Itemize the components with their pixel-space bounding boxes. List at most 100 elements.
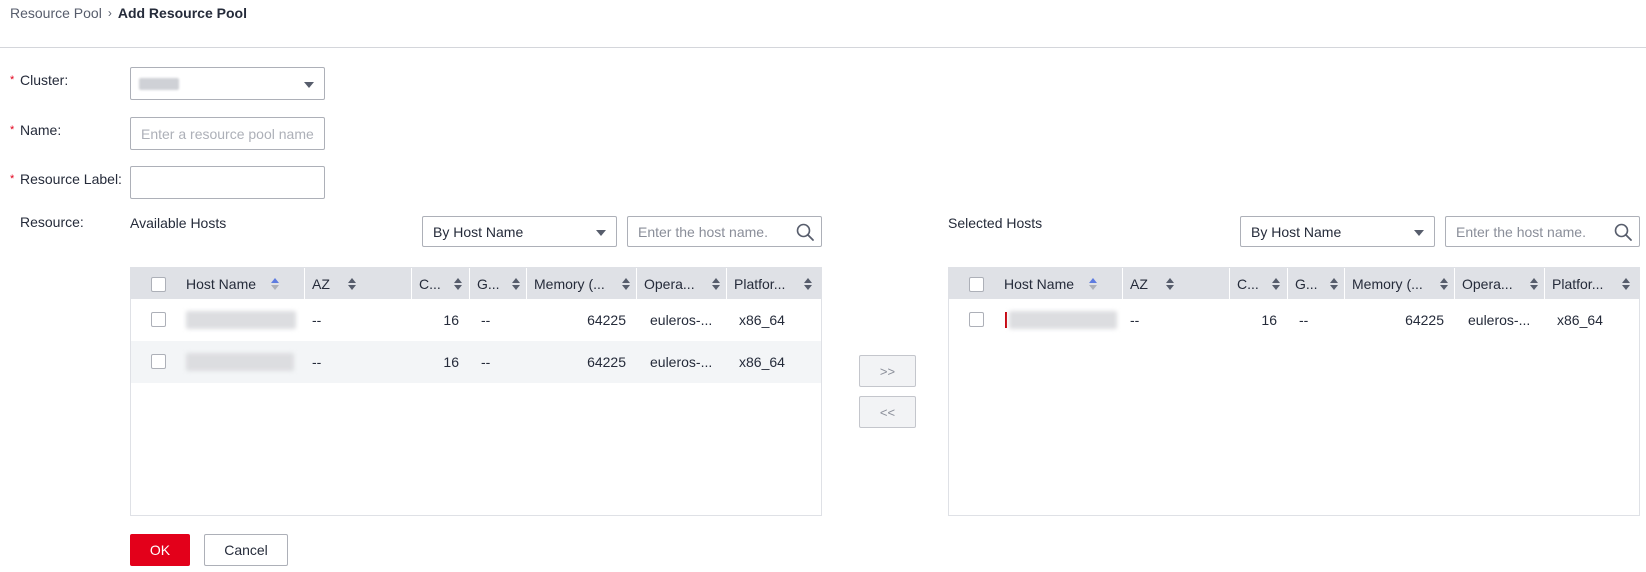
available-hosts-title: Available Hosts xyxy=(130,215,227,231)
platform-value: x86_64 xyxy=(1557,312,1603,328)
selected-filter-select[interactable]: By Host Name xyxy=(1240,216,1435,247)
table-row[interactable]: -- 16 -- 64225 euleros-... x86_64 xyxy=(949,299,1639,341)
resource-label-field[interactable] xyxy=(130,166,325,199)
host-name-value xyxy=(186,353,294,371)
os-value: euleros-... xyxy=(650,354,713,370)
gpu-value: -- xyxy=(481,354,491,370)
sort-icon[interactable] xyxy=(1529,277,1539,291)
gpu-value: -- xyxy=(1299,312,1309,328)
available-search-input[interactable] xyxy=(628,217,789,246)
sort-icon[interactable] xyxy=(511,277,521,291)
chevron-down-icon xyxy=(596,230,606,236)
column-label: AZ xyxy=(312,275,330,292)
selected-search-input[interactable] xyxy=(1446,217,1607,246)
gpu-value: -- xyxy=(481,312,491,328)
remove-from-selected-button[interactable]: << xyxy=(859,396,916,428)
host-name-marker xyxy=(1005,312,1007,328)
az-value: -- xyxy=(312,312,322,328)
sort-icon[interactable] xyxy=(347,277,357,291)
memory-value: 64225 xyxy=(1405,312,1444,328)
column-label: Host Name xyxy=(1004,275,1075,292)
column-label: AZ xyxy=(1130,275,1148,292)
cluster-label-text: Cluster: xyxy=(20,72,69,88)
resource-label-text: Resource Label: xyxy=(20,171,122,187)
breadcrumb-resource-pool-link[interactable]: Resource Pool xyxy=(10,5,102,21)
column-label: Opera... xyxy=(644,275,695,292)
breadcrumb-separator: › xyxy=(107,6,112,20)
resource-label-input[interactable] xyxy=(131,167,324,198)
sort-icon[interactable] xyxy=(711,277,721,291)
table-header: Host Name AZ C... G... Memory (... Opera… xyxy=(131,268,821,299)
os-value: euleros-... xyxy=(650,312,713,328)
os-value: euleros-... xyxy=(1468,312,1531,328)
available-hosts-table: Host Name AZ C... G... Memory (... Opera… xyxy=(130,267,822,516)
resource-label-text: Resource: xyxy=(20,214,84,230)
table-row[interactable]: -- 16 -- 64225 euleros-... x86_64 xyxy=(131,299,821,341)
column-label: Opera... xyxy=(1462,275,1513,292)
table-row[interactable]: -- 16 -- 64225 euleros-... x86_64 xyxy=(131,341,821,383)
required-mark: * xyxy=(10,173,15,185)
column-az[interactable]: AZ xyxy=(304,268,411,299)
sort-icon[interactable] xyxy=(1271,277,1281,291)
sort-icon[interactable] xyxy=(1165,277,1175,291)
required-mark: * xyxy=(10,74,15,86)
table-header: Host Name AZ C... G... Memory (... Opera… xyxy=(949,268,1639,299)
column-label: G... xyxy=(1295,275,1318,292)
cluster-select[interactable] xyxy=(130,67,325,100)
sort-icon[interactable] xyxy=(1439,277,1449,291)
sort-icon[interactable] xyxy=(803,277,813,291)
row-checkbox[interactable] xyxy=(151,354,166,369)
host-name-value xyxy=(1009,311,1117,329)
search-icon[interactable] xyxy=(1613,222,1633,242)
select-all-checkbox[interactable] xyxy=(969,277,984,292)
row-checkbox[interactable] xyxy=(151,312,166,327)
name-field[interactable] xyxy=(130,117,325,150)
search-icon[interactable] xyxy=(795,222,815,242)
cluster-selected-value xyxy=(139,78,179,90)
selected-filter-value: By Host Name xyxy=(1251,223,1342,240)
sort-icon[interactable] xyxy=(621,277,631,291)
sort-icon[interactable] xyxy=(1621,277,1631,291)
cancel-button[interactable]: Cancel xyxy=(204,534,288,566)
column-label: Platfor... xyxy=(1552,275,1604,292)
column-label: C... xyxy=(1237,275,1259,292)
column-memory[interactable]: Memory (... xyxy=(1344,268,1454,299)
add-to-selected-button[interactable]: >> xyxy=(859,355,916,387)
available-filter-value: By Host Name xyxy=(433,223,524,240)
resource-label: Resource: xyxy=(20,212,84,232)
az-value: -- xyxy=(312,354,322,370)
row-checkbox[interactable] xyxy=(969,312,984,327)
available-filter-select[interactable]: By Host Name xyxy=(422,216,617,247)
az-value: -- xyxy=(1130,312,1140,328)
select-all-checkbox[interactable] xyxy=(151,277,166,292)
platform-value: x86_64 xyxy=(739,354,785,370)
platform-value: x86_64 xyxy=(739,312,785,328)
header-divider xyxy=(0,47,1646,48)
memory-value: 64225 xyxy=(587,312,626,328)
breadcrumb: Resource Pool › Add Resource Pool xyxy=(10,4,247,22)
column-label: Platfor... xyxy=(734,275,786,292)
selected-hosts-title: Selected Hosts xyxy=(948,215,1043,231)
selected-search-field[interactable] xyxy=(1445,216,1640,247)
cpu-value: 16 xyxy=(443,354,459,370)
column-host-name[interactable]: Host Name xyxy=(996,268,1122,299)
required-mark: * xyxy=(10,124,15,136)
selected-hosts-table: Host Name AZ C... G... Memory (... Opera… xyxy=(948,267,1640,516)
sort-icon[interactable] xyxy=(1329,277,1339,291)
column-az[interactable]: AZ xyxy=(1122,268,1229,299)
chevron-down-icon xyxy=(304,82,314,88)
column-label: Host Name xyxy=(186,275,257,292)
column-label: Memory (... xyxy=(1352,275,1423,292)
column-memory[interactable]: Memory (... xyxy=(526,268,636,299)
cpu-value: 16 xyxy=(1261,312,1277,328)
ok-button[interactable]: OK xyxy=(130,534,190,566)
sort-icon[interactable] xyxy=(270,277,280,291)
host-name-value xyxy=(186,311,296,329)
column-host-name[interactable]: Host Name xyxy=(178,268,304,299)
available-search-field[interactable] xyxy=(627,216,822,247)
column-label: G... xyxy=(477,275,500,292)
sort-icon[interactable] xyxy=(1088,277,1098,291)
sort-icon[interactable] xyxy=(453,277,463,291)
chevron-down-icon xyxy=(1414,230,1424,236)
name-input[interactable] xyxy=(131,118,324,149)
